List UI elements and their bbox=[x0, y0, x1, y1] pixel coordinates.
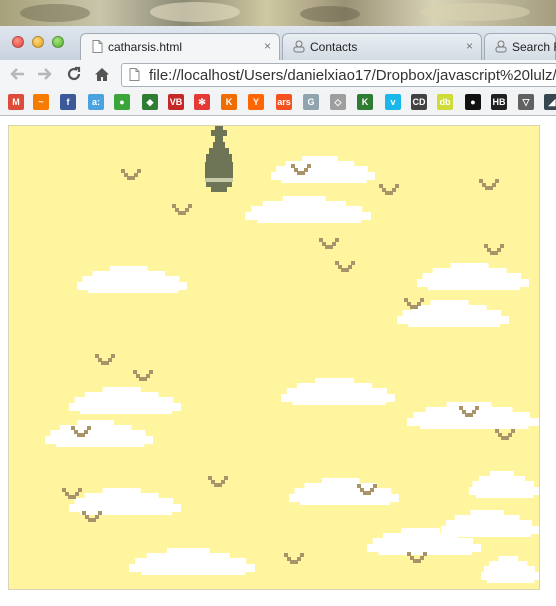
reload-button[interactable] bbox=[64, 64, 84, 84]
tab-label: catharsis.html bbox=[108, 40, 183, 54]
cloud bbox=[245, 196, 371, 223]
cloud bbox=[69, 488, 181, 515]
desktop-background-strip bbox=[0, 0, 556, 26]
a-icon[interactable]: a: bbox=[88, 94, 104, 110]
url-text: file://localhost/Users/danielxiao17/Drop… bbox=[149, 67, 556, 84]
cloud bbox=[397, 300, 509, 327]
bird bbox=[379, 184, 399, 195]
cloud bbox=[469, 471, 539, 498]
page-icon bbox=[90, 39, 104, 53]
cloud bbox=[289, 478, 399, 505]
ars-icon[interactable]: ars bbox=[276, 94, 292, 110]
page-icon bbox=[129, 68, 140, 86]
cloud bbox=[45, 420, 153, 447]
cloud bbox=[77, 266, 187, 293]
cloud bbox=[481, 556, 539, 583]
cloud bbox=[417, 263, 529, 290]
k-icon[interactable]: K bbox=[221, 94, 237, 110]
window-close-button[interactable] bbox=[12, 36, 24, 48]
bird bbox=[319, 238, 339, 249]
back-button[interactable] bbox=[7, 64, 27, 84]
bird bbox=[133, 370, 153, 381]
vb-icon[interactable]: VB bbox=[168, 94, 184, 110]
home-button[interactable] bbox=[92, 64, 112, 84]
game-scene bbox=[45, 126, 539, 583]
bird bbox=[479, 179, 499, 190]
vimeo-icon[interactable]: v bbox=[385, 94, 401, 110]
green-badge-icon[interactable]: ◆ bbox=[142, 94, 158, 110]
bird bbox=[208, 476, 228, 487]
bird bbox=[284, 553, 304, 564]
tab-label: Contacts bbox=[310, 40, 358, 54]
hacker-news-icon[interactable]: Y bbox=[248, 94, 264, 110]
db-icon[interactable]: db bbox=[437, 94, 453, 110]
analytics-icon[interactable]: ~ bbox=[33, 94, 49, 110]
kickstarter-icon[interactable]: K bbox=[357, 94, 373, 110]
v-triangle-icon[interactable]: ▽ bbox=[518, 94, 534, 110]
game-canvas[interactable] bbox=[9, 126, 539, 589]
bird bbox=[62, 488, 82, 499]
cloud bbox=[129, 548, 255, 575]
bird bbox=[121, 169, 141, 180]
dot-icon[interactable]: ● bbox=[465, 94, 481, 110]
tab-close-icon[interactable]: × bbox=[466, 39, 473, 53]
cloud bbox=[271, 156, 375, 183]
window-minimize-button[interactable] bbox=[32, 36, 44, 48]
cloud bbox=[69, 387, 181, 414]
contacts-icon bbox=[292, 39, 306, 53]
contacts-icon bbox=[494, 39, 508, 53]
window-zoom-button[interactable] bbox=[52, 36, 64, 48]
facebook-icon[interactable]: f bbox=[60, 94, 76, 110]
tab-label: Search R bbox=[512, 40, 556, 54]
bird bbox=[484, 244, 504, 255]
bird bbox=[335, 261, 355, 272]
diamond-icon[interactable]: ◇ bbox=[330, 94, 346, 110]
cd-icon[interactable]: CD bbox=[411, 94, 427, 110]
g-icon[interactable]: G bbox=[303, 94, 319, 110]
tab-catharsis[interactable]: catharsis.html × bbox=[80, 33, 280, 60]
bomb-player bbox=[205, 126, 233, 192]
corner-icon[interactable]: ◢ bbox=[544, 94, 556, 110]
tab-search[interactable]: Search R bbox=[484, 33, 556, 60]
bird bbox=[95, 354, 115, 365]
asterisk-icon[interactable]: ✻ bbox=[194, 94, 210, 110]
gmail-icon[interactable]: M bbox=[8, 94, 24, 110]
bird bbox=[495, 429, 515, 440]
tab-close-icon[interactable]: × bbox=[264, 39, 271, 53]
address-bar[interactable]: file://localhost/Users/danielxiao17/Drop… bbox=[121, 63, 556, 87]
forward-button[interactable] bbox=[35, 64, 55, 84]
tab-contacts[interactable]: Contacts × bbox=[282, 33, 482, 60]
frog-icon[interactable]: ● bbox=[114, 94, 130, 110]
cloud bbox=[441, 510, 539, 537]
cloud bbox=[281, 378, 395, 405]
bird bbox=[172, 204, 192, 215]
hb-icon[interactable]: HB bbox=[491, 94, 507, 110]
